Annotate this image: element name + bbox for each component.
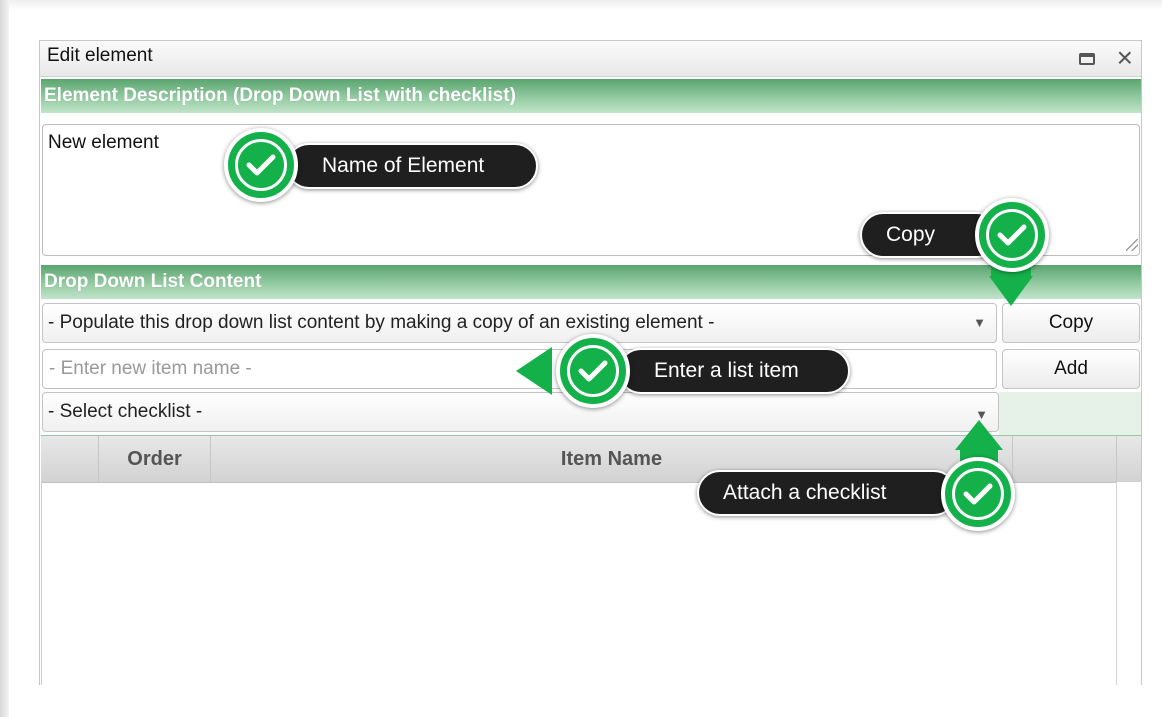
copy-source-select-value: - Populate this drop down list content b… — [48, 312, 715, 333]
add-button[interactable]: Add — [1002, 349, 1140, 389]
checklist-select[interactable]: - Select checklist - ▼ — [42, 392, 999, 432]
resize-grip-icon[interactable] — [1126, 239, 1138, 251]
grid-header-actions — [1013, 436, 1117, 482]
callout-name-text: Name of Element — [322, 154, 485, 177]
copy-button[interactable]: Copy — [1002, 303, 1140, 343]
button-column-filler — [999, 392, 1141, 436]
callout-enter-list-item: Enter a list item — [618, 348, 850, 394]
dropdown-caret-icon: ▼ — [973, 315, 986, 330]
close-icon[interactable]: × — [1117, 41, 1133, 75]
checklist-select-value: - Select checklist - — [48, 401, 203, 422]
callout-name-of-element: Name of Element — [286, 143, 538, 189]
page-left-shadow — [0, 0, 9, 717]
check-badge-icon — [556, 334, 630, 408]
checklist-callout-arrow — [955, 420, 1003, 450]
grid-scrollbar[interactable] — [1116, 482, 1141, 685]
list-item-callout-arrow — [516, 347, 552, 395]
callout-checklist-text: Attach a checklist — [723, 481, 887, 504]
dialog-title: Edit element — [47, 45, 153, 66]
dialog-titlebar[interactable]: Edit element × — [40, 41, 1141, 77]
check-badge-icon — [224, 128, 298, 202]
copy-source-select[interactable]: - Populate this drop down list content b… — [42, 303, 997, 343]
grid-header-order[interactable]: Order — [99, 436, 211, 482]
copy-callout-arrow — [989, 276, 1033, 306]
page-top-shadow — [0, 0, 1162, 10]
check-badge-icon — [941, 457, 1015, 531]
maximize-icon[interactable] — [1079, 53, 1095, 65]
callout-list-item-text: Enter a list item — [654, 359, 799, 382]
check-badge-icon — [975, 198, 1049, 272]
new-item-name-placeholder: - Enter new item name - — [49, 358, 252, 379]
grid-header-blank — [41, 436, 99, 482]
grid-left-border — [41, 482, 42, 685]
callout-copy-text: Copy — [886, 223, 936, 246]
drop-down-list-content-header: Drop Down List Content — [41, 265, 1141, 299]
callout-attach-checklist: Attach a checklist — [697, 470, 957, 516]
element-description-header: Element Description (Drop Down List with… — [41, 79, 1141, 113]
